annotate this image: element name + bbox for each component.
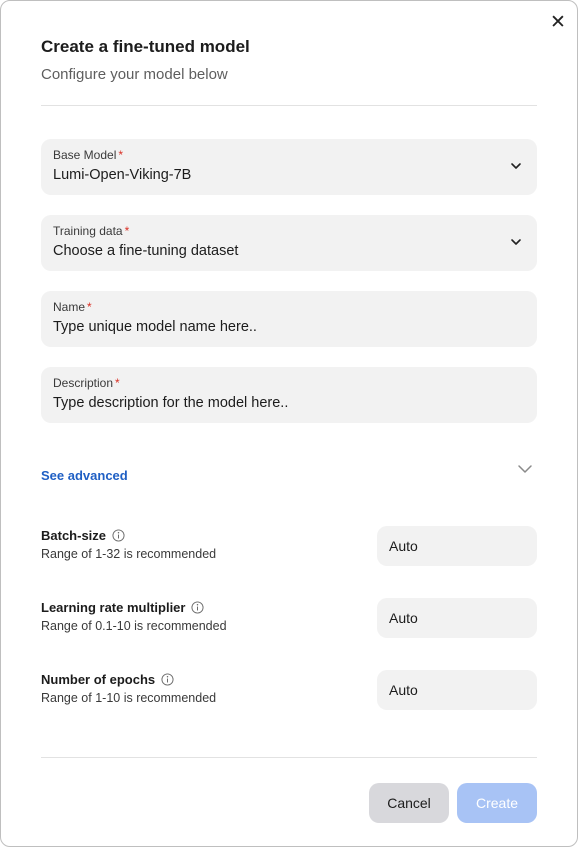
close-icon[interactable]: ✕ — [548, 13, 568, 33]
required-mark: * — [118, 148, 124, 162]
dialog-subtitle: Configure your model below — [41, 66, 228, 83]
info-icon[interactable] — [191, 601, 205, 614]
header-divider — [41, 105, 537, 106]
epochs-value: Auto — [389, 682, 418, 698]
base-model-value: Lumi-Open-Viking-7B — [53, 167, 192, 183]
see-advanced-link[interactable]: See advanced — [41, 468, 128, 483]
batch-size-label: Batch-size — [41, 528, 125, 543]
create-button[interactable]: Create — [457, 783, 537, 823]
required-mark: * — [87, 300, 92, 314]
training-data-select[interactable]: Training data * Choose a fine-tuning data… — [41, 215, 537, 271]
description-input[interactable]: Description * Type description for the mo… — [41, 367, 537, 423]
epochs-input[interactable]: Auto — [377, 670, 537, 710]
dialog-title: Create a fine-tuned model — [41, 37, 250, 56]
info-icon[interactable] — [161, 673, 174, 686]
batch-size-value: Auto — [389, 538, 418, 554]
learning-rate-input[interactable]: Auto — [377, 598, 537, 638]
batch-size-hint: Range of 1-32 is recommended — [41, 547, 217, 561]
training-data-label: Training data * — [53, 224, 130, 238]
name-label: Name * — [53, 300, 92, 314]
base-model-label: Base Model * — [53, 148, 124, 162]
description-label: Description * — [53, 376, 120, 390]
epochs-hint: Range of 1-10 is recommended — [41, 691, 217, 705]
learning-rate-hint: Range of 0.1-10 is recommended — [41, 619, 227, 633]
learning-rate-label: Learning rate multiplier — [41, 600, 205, 615]
chevron-down-icon — [511, 239, 521, 245]
name-input[interactable]: Name * Type unique model name here.. — [41, 291, 537, 347]
info-icon[interactable] — [112, 529, 125, 542]
training-data-value: Choose a fine-tuning dataset — [53, 243, 239, 259]
batch-size-input[interactable]: Auto — [377, 526, 537, 566]
learning-rate-value: Auto — [389, 610, 418, 626]
required-mark: * — [115, 376, 120, 390]
name-placeholder: Type unique model name here.. — [53, 319, 257, 335]
footer-divider — [41, 757, 537, 758]
chevron-down-icon[interactable] — [516, 460, 534, 478]
base-model-select[interactable]: Base Model * Lumi-Open-Viking-7B — [41, 139, 537, 195]
required-mark: * — [124, 224, 130, 238]
fine-tune-dialog: ✕ Create a fine-tuned model Configure yo… — [0, 0, 578, 847]
chevron-down-icon — [511, 163, 521, 169]
cancel-button[interactable]: Cancel — [369, 783, 449, 823]
description-placeholder: Type description for the model here.. — [53, 395, 289, 411]
epochs-label: Number of epochs — [41, 672, 174, 687]
